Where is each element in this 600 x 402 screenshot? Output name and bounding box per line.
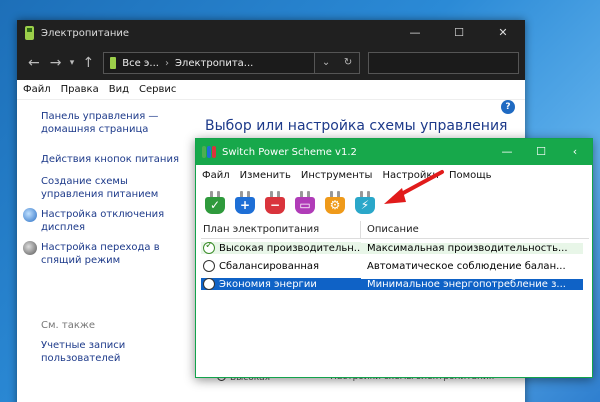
plan-radio-icon[interactable] xyxy=(203,260,215,272)
sidebar-display-off-link[interactable]: Настройка отключения дисплея xyxy=(41,208,166,234)
maximize-button[interactable]: ☐ xyxy=(437,20,481,46)
sps-menu-file[interactable]: Файл xyxy=(202,170,230,181)
help-icon[interactable]: ? xyxy=(501,100,515,114)
menu-file[interactable]: Файл xyxy=(23,84,51,95)
table-header: План электропитания Описание xyxy=(201,221,589,239)
plan-description: Автоматическое соблюдение балан... xyxy=(367,260,566,272)
sps-menu-help[interactable]: Помощь xyxy=(449,170,492,181)
table-row[interactable]: Сбалансированная Автоматическое соблюден… xyxy=(201,257,589,275)
activate-plan-button[interactable]: ✓ xyxy=(202,189,228,215)
menu-view[interactable]: Вид xyxy=(109,84,129,95)
minus-icon: − xyxy=(269,198,281,212)
quick-switch-button[interactable]: ⚡ xyxy=(352,189,378,215)
table-row[interactable]: Экономия энергии Минимальное энергопотре… xyxy=(201,275,589,293)
menu-edit[interactable]: Правка xyxy=(61,84,99,95)
sps-title-bar: Switch Power Scheme v1.2 — ☐ ‹ xyxy=(196,139,592,165)
sps-window-title: Switch Power Scheme v1.2 xyxy=(222,146,357,158)
menu-tools[interactable]: Сервис xyxy=(139,84,176,95)
edit-plan-button[interactable]: ▭ xyxy=(292,189,318,215)
sidebar-create-plan-link[interactable]: Создание схемы управления питанием xyxy=(41,175,181,201)
recent-dropdown-icon[interactable]: ▾ xyxy=(67,58,78,68)
plus-icon: + xyxy=(239,198,251,212)
breadcrumb-current[interactable]: Электропита... xyxy=(175,58,253,69)
sps-minimize-button[interactable]: — xyxy=(490,139,524,165)
minimize-button[interactable]: — xyxy=(393,20,437,46)
back-arrow-icon[interactable]: ← xyxy=(23,55,45,71)
plan-description: Максимальная производительность... xyxy=(361,242,583,254)
plan-name: Экономия энергии xyxy=(219,278,317,290)
plan-radio-icon[interactable] xyxy=(203,278,215,290)
breadcrumb-separator-icon: › xyxy=(164,57,169,69)
battery-icon xyxy=(110,57,117,69)
plan-description: Минимальное энергопотребление з... xyxy=(361,278,583,290)
sps-collapse-button[interactable]: ‹ xyxy=(558,139,592,165)
sps-menu-tools[interactable]: Инструменты xyxy=(301,170,373,181)
plan-name: Высокая производительн... xyxy=(219,242,361,254)
sidebar-home-link[interactable]: Панель управления — домашняя страница xyxy=(41,110,171,136)
table-row[interactable]: Высокая производительн... Максимальная п… xyxy=(201,239,589,257)
plan-name: Сбалансированная xyxy=(219,260,320,272)
window-title: Электропитание xyxy=(41,27,130,39)
checkmark-icon: ✓ xyxy=(209,198,221,212)
red-arrow-icon xyxy=(384,170,444,204)
sidebar-power-buttons-link[interactable]: Действия кнопок питания xyxy=(41,153,179,166)
sps-menu-edit[interactable]: Изменить xyxy=(240,170,291,181)
menu-bar: Файл Правка Вид Сервис xyxy=(17,80,525,100)
sidebar-sleep-link[interactable]: Настройка перехода в спящий режим xyxy=(41,241,161,267)
search-input[interactable] xyxy=(368,52,519,74)
see-also-heading: См. также xyxy=(41,320,96,331)
app-logo-icon xyxy=(202,146,216,158)
delete-plan-button[interactable]: − xyxy=(262,189,288,215)
gear-icon: ⚙ xyxy=(329,198,341,212)
title-bar: Электропитание — ☐ ✕ xyxy=(17,20,525,46)
sidebar-accounts-link[interactable]: Учетные записи пользователей xyxy=(41,339,151,365)
page-title: Выбор или настройка схемы управления xyxy=(205,118,508,134)
lightning-icon: ⚡ xyxy=(360,198,370,212)
refresh-icon[interactable]: ↻ xyxy=(337,53,359,73)
breadcrumb-root[interactable]: Все э... xyxy=(122,58,159,69)
address-bar[interactable]: Все э... › Электропита... xyxy=(103,52,316,74)
column-plan[interactable]: План электропитания xyxy=(201,221,361,238)
address-dropdown-icon[interactable]: ⌄ xyxy=(315,53,337,73)
forward-arrow-icon[interactable]: → xyxy=(45,55,67,71)
plan-settings-button[interactable]: ⚙ xyxy=(322,189,348,215)
shield-monitor-icon xyxy=(23,208,37,222)
up-arrow-icon[interactable]: ↑ xyxy=(77,55,99,71)
close-button[interactable]: ✕ xyxy=(481,20,525,46)
column-description[interactable]: Описание xyxy=(361,224,419,235)
sps-maximize-button[interactable]: ☐ xyxy=(524,139,558,165)
document-icon: ▭ xyxy=(299,198,311,212)
navigation-bar: ← → ▾ ↑ Все э... › Электропита... ⌄ ↻ xyxy=(17,46,525,80)
moon-sleep-icon xyxy=(23,241,37,255)
active-check-icon[interactable] xyxy=(203,242,215,254)
power-plans-table: План электропитания Описание Высокая про… xyxy=(201,221,589,293)
add-plan-button[interactable]: + xyxy=(232,189,258,215)
battery-icon xyxy=(25,26,34,40)
